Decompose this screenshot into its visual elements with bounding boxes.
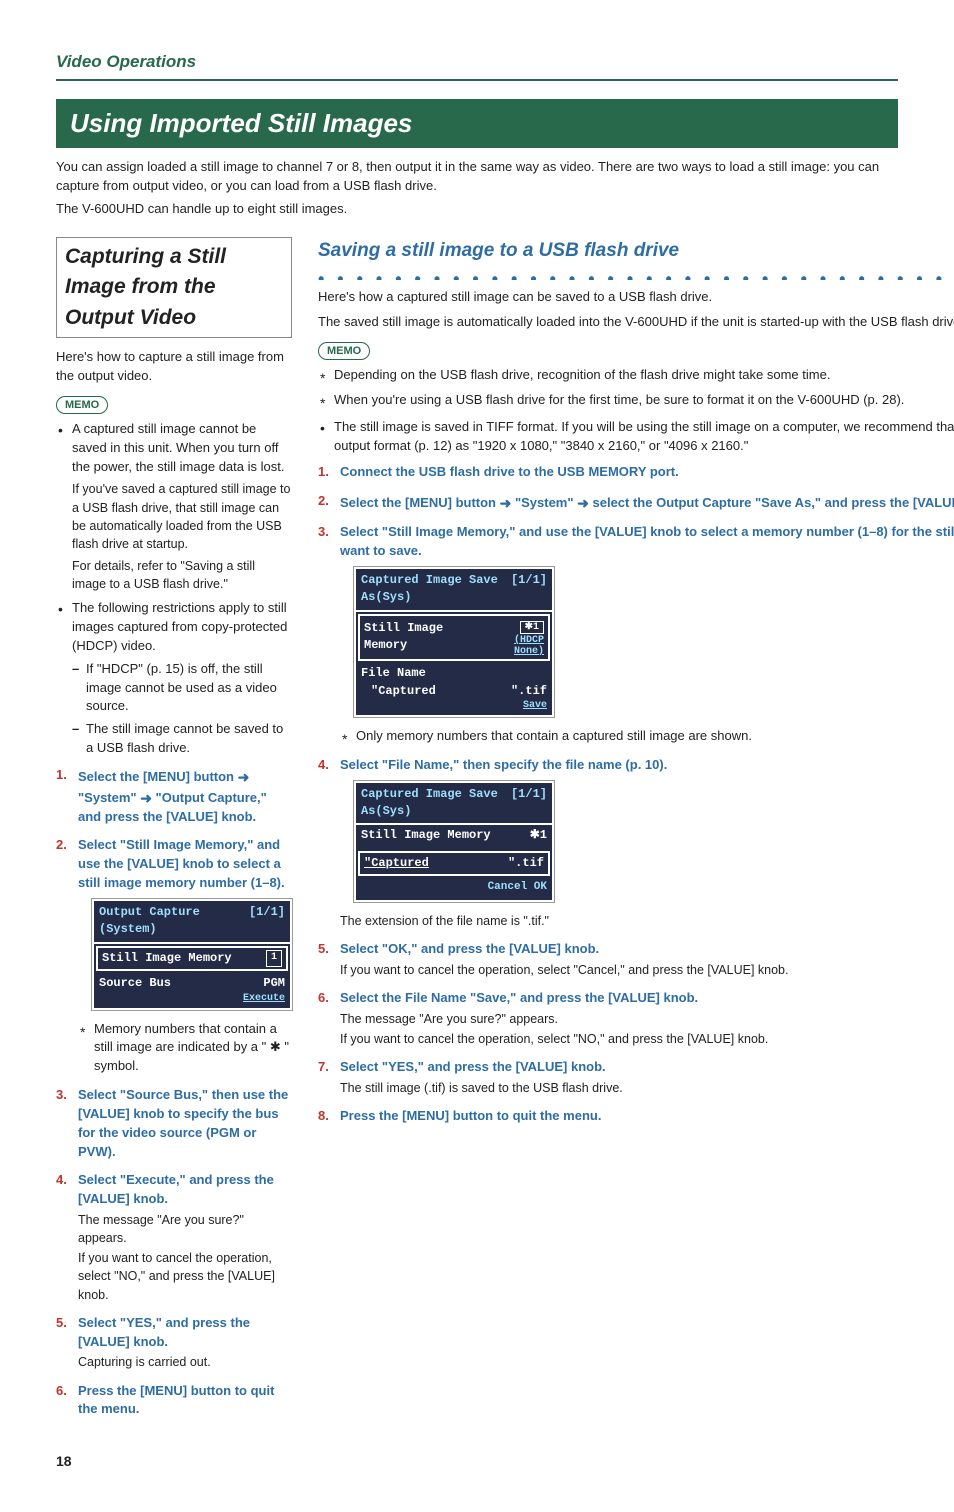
ui-page: [1/1] bbox=[249, 904, 285, 939]
l-step1b: "System" bbox=[78, 790, 140, 805]
arrow-icon: ➜ bbox=[238, 767, 250, 787]
r-step5: Select "OK," and press the [VALUE] knob. bbox=[340, 941, 599, 956]
ui-row2-r1: PGM bbox=[263, 976, 285, 990]
ui-row2-r2: Save bbox=[511, 700, 547, 711]
ui-row1-r: ✱1 bbox=[520, 621, 544, 634]
l-step4: Select "Execute," and press the [VALUE] … bbox=[78, 1172, 274, 1206]
memo-b1b: For details, refer to "Saving a still im… bbox=[72, 557, 292, 593]
ui-title: Output Capture (System) bbox=[99, 904, 249, 939]
left-lead: Here's how to capture a still image from… bbox=[56, 348, 292, 386]
right-notes: Depending on the USB flash drive, recogn… bbox=[318, 366, 954, 410]
r-step2c: select the Output Capture "Save As," and… bbox=[589, 495, 954, 510]
r-step4: Select "File Name," then specify the fil… bbox=[340, 757, 667, 772]
ui-row2-l: Source Bus bbox=[99, 975, 171, 1003]
page-title: Using Imported Still Images bbox=[56, 99, 898, 149]
ui-row1-l: Still Image Memory bbox=[361, 827, 491, 844]
memo-badge: MEMO bbox=[318, 342, 370, 360]
memo-b2a: If "HDCP" (p. 15) is off, the still imag… bbox=[72, 660, 292, 717]
ui-row2-r2: Execute bbox=[243, 993, 285, 1004]
ui-row2-r1: ".tif bbox=[508, 855, 544, 872]
r-step2a: Select the [MENU] button bbox=[340, 495, 500, 510]
right-column: Saving a still image to a USB flash driv… bbox=[318, 237, 954, 1429]
dot-rule: • • • • • • • • • • • • • • • • • • • • … bbox=[318, 266, 954, 280]
ui-save-as-2: Captured Image Save As(Sys)[1/1] Still I… bbox=[354, 781, 554, 903]
memo-b2: The following restrictions apply to stil… bbox=[72, 600, 287, 653]
right-steps: 1.Connect the USB flash drive to the USB… bbox=[318, 463, 954, 1126]
memo-b1: A captured still image cannot be saved i… bbox=[72, 421, 284, 474]
l-step4a: The message "Are you sure?" appears. bbox=[78, 1211, 292, 1247]
l-step6: Press the [MENU] button to quit the menu… bbox=[78, 1383, 274, 1417]
l-step1a: Select the [MENU] button bbox=[78, 769, 238, 784]
intro-text-1: You can assign loaded a still image to c… bbox=[56, 158, 898, 196]
ui-row2-v: "Captured bbox=[364, 855, 429, 872]
ui-row2-v: "Captured bbox=[371, 683, 436, 711]
r-step7a: The still image (.tif) is saved to the U… bbox=[340, 1079, 954, 1097]
ui2-note: The extension of the file name is ".tif.… bbox=[340, 912, 954, 930]
r-step8: Press the [MENU] button to quit the menu… bbox=[340, 1108, 601, 1123]
r-step5a: If you want to cancel the operation, sel… bbox=[340, 961, 954, 979]
ui-row1-l: Still Image Memory bbox=[102, 950, 232, 967]
ui-page: [1/1] bbox=[511, 572, 547, 607]
ui-page: [1/1] bbox=[511, 786, 547, 821]
r-step6a: The message "Are you sure?" appears. bbox=[340, 1010, 954, 1028]
page-number: 18 bbox=[56, 1451, 898, 1471]
left-column: Capturing a Still Image from the Output … bbox=[56, 237, 292, 1429]
section-header: Video Operations bbox=[56, 50, 898, 81]
r-step7: Select "YES," and press the [VALUE] knob… bbox=[340, 1059, 606, 1074]
right-lead1: Here's how a captured still image can be… bbox=[318, 288, 954, 307]
memo-badge: MEMO bbox=[56, 396, 108, 414]
ui-row1-sub: (HDCP None) bbox=[483, 635, 544, 657]
memo-b1a: If you've saved a captured still image t… bbox=[72, 480, 292, 553]
left-heading: Capturing a Still Image from the Output … bbox=[56, 237, 292, 338]
l-step3: Select "Source Bus," then use the [VALUE… bbox=[78, 1087, 288, 1159]
ui-save-as-1: Captured Image Save As(Sys)[1/1] Still I… bbox=[354, 567, 554, 717]
r-step2b: "System" bbox=[511, 495, 577, 510]
r-b3: The still image is saved in TIFF format.… bbox=[318, 418, 954, 456]
intro-block: You can assign loaded a still image to c… bbox=[56, 158, 898, 219]
l-step2: Select "Still Image Memory," and use the… bbox=[78, 837, 285, 890]
memo-bullets: A captured still image cannot be saved i… bbox=[56, 420, 292, 758]
arrow-icon: ➜ bbox=[500, 493, 512, 513]
left-steps: 1.Select the [MENU] button ➜ "System" ➜ … bbox=[56, 766, 292, 1419]
l-step4b: If you want to cancel the operation, sel… bbox=[78, 1249, 292, 1303]
l-step5a: Capturing is carried out. bbox=[78, 1353, 292, 1371]
intro-text-2: The V-600UHD can handle up to eight stil… bbox=[56, 200, 898, 219]
ui-row1-l: Still Image Memory bbox=[364, 620, 483, 655]
right-heading: Saving a still image to a USB flash driv… bbox=[318, 237, 954, 265]
r-n2: When you're using a USB flash drive for … bbox=[318, 391, 954, 410]
ui-row2-r1: ".tif bbox=[511, 684, 547, 698]
r-step6b: If you want to cancel the operation, sel… bbox=[340, 1030, 954, 1048]
arrow-icon: ➜ bbox=[577, 493, 589, 513]
ui-title: Captured Image Save As(Sys) bbox=[361, 572, 511, 607]
r-step1: Connect the USB flash drive to the USB M… bbox=[340, 464, 679, 479]
ui-row2-l: File Name bbox=[361, 665, 547, 682]
r-step6: Select the File Name "Save," and press t… bbox=[340, 990, 698, 1005]
l-step5: Select "YES," and press the [VALUE] knob… bbox=[78, 1315, 250, 1349]
r-note1: Only memory numbers that contain a captu… bbox=[340, 727, 954, 746]
ui-row1-r: 1 bbox=[266, 950, 282, 967]
r-step3: Select "Still Image Memory," and use the… bbox=[340, 524, 954, 558]
ui-row1-r: ✱1 bbox=[530, 827, 547, 844]
right-lead2: The saved still image is automatically l… bbox=[318, 313, 954, 332]
l-note1: Memory numbers that contain a still imag… bbox=[78, 1020, 292, 1077]
memo-b2b: The still image cannot be saved to a USB… bbox=[72, 720, 292, 758]
ui-output-capture: Output Capture (System)[1/1] Still Image… bbox=[92, 899, 292, 1010]
arrow-icon: ➜ bbox=[140, 788, 152, 808]
ui-row3: Cancel OK bbox=[488, 880, 547, 896]
right-bullets: The still image is saved in TIFF format.… bbox=[318, 418, 954, 456]
r-n1: Depending on the USB flash drive, recogn… bbox=[318, 366, 954, 385]
ui-title: Captured Image Save As(Sys) bbox=[361, 786, 511, 821]
